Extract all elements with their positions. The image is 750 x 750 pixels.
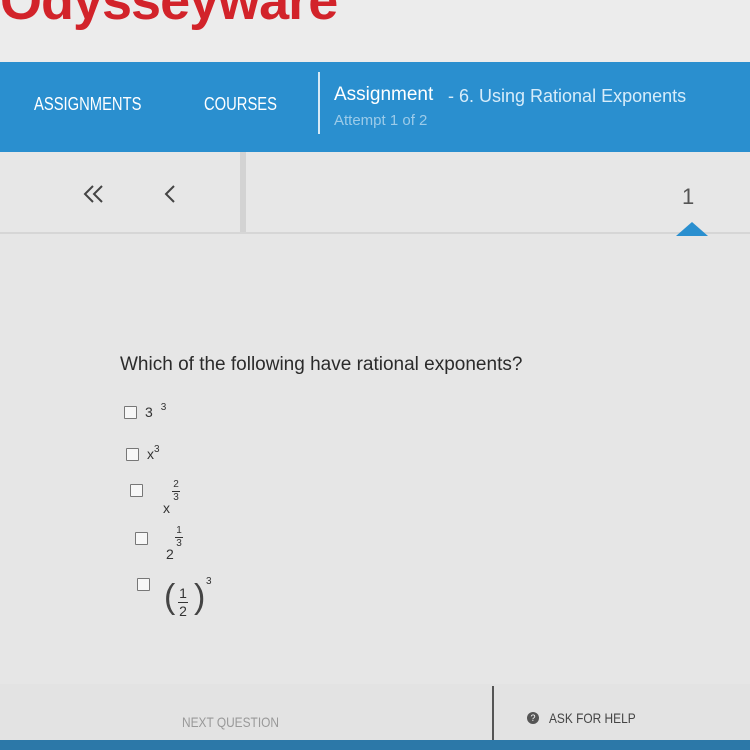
choice-5[interactable]: ( 1 2 ) 3: [137, 576, 214, 630]
nav-divider: [318, 72, 320, 134]
assignment-title: - 6. Using Rational Exponents: [448, 86, 687, 106]
chevron-left-icon: [164, 185, 175, 203]
choice-5-exponent: 3: [206, 576, 212, 587]
choice-2-checkbox[interactable]: [126, 448, 139, 461]
choice-3-exponent: 2 3: [172, 479, 180, 503]
assignment-label: Assignment: [334, 84, 434, 105]
logo-bar: Odysseyware: [0, 0, 750, 62]
choice-3-base: x: [163, 500, 170, 516]
choice-1-exponent: 3: [160, 402, 167, 413]
question-text: Which of the following have rational exp…: [120, 354, 523, 375]
question-pager: 1: [0, 152, 750, 236]
double-chevron-left-icon: [83, 185, 103, 203]
choice-4[interactable]: 2 1 3: [135, 526, 192, 562]
bottom-action-bar: NEXT QUESTION ? ASK FOR HELP: [0, 684, 750, 740]
first-question-button[interactable]: [74, 176, 114, 212]
ask-for-help-label: ASK FOR HELP: [549, 710, 636, 726]
choice-5-checkbox[interactable]: [137, 578, 150, 591]
pager-divider: [240, 152, 246, 232]
choice-3-checkbox[interactable]: [130, 484, 143, 497]
choice-5-base: 1 2: [178, 585, 188, 619]
choice-2[interactable]: x3: [126, 444, 160, 462]
nav-tab-assignments[interactable]: ASSIGNMENTS: [34, 94, 141, 115]
choice-2-exponent: 3: [154, 444, 160, 455]
current-page-number[interactable]: 1: [682, 184, 694, 210]
bottom-divider: [492, 686, 494, 740]
odysseyware-logo: Odysseyware: [0, 0, 338, 31]
top-nav-bar: ASSIGNMENTS COURSES Assignment - 6. Usin…: [0, 62, 750, 152]
choice-4-base: 2: [166, 546, 174, 562]
choice-1-checkbox[interactable]: [124, 406, 137, 419]
previous-question-button[interactable]: [150, 176, 190, 212]
nav-tab-courses[interactable]: COURSES: [204, 94, 277, 115]
choice-1[interactable]: 3 3: [124, 402, 167, 420]
question-area: Which of the following have rational exp…: [0, 234, 750, 684]
footer-strip: [0, 740, 750, 750]
choice-2-base: x: [147, 446, 154, 462]
choice-4-exponent: 1 3: [175, 525, 183, 549]
choice-3[interactable]: x 2 3: [130, 480, 189, 518]
ask-for-help-button[interactable]: ? ASK FOR HELP: [527, 710, 651, 726]
attempt-counter: Attempt 1 of 2: [334, 112, 428, 129]
choice-1-base: 3: [145, 404, 153, 420]
help-circle-icon: ?: [527, 712, 539, 724]
choice-4-checkbox[interactable]: [135, 532, 148, 545]
next-question-button[interactable]: NEXT QUESTION: [182, 714, 279, 730]
